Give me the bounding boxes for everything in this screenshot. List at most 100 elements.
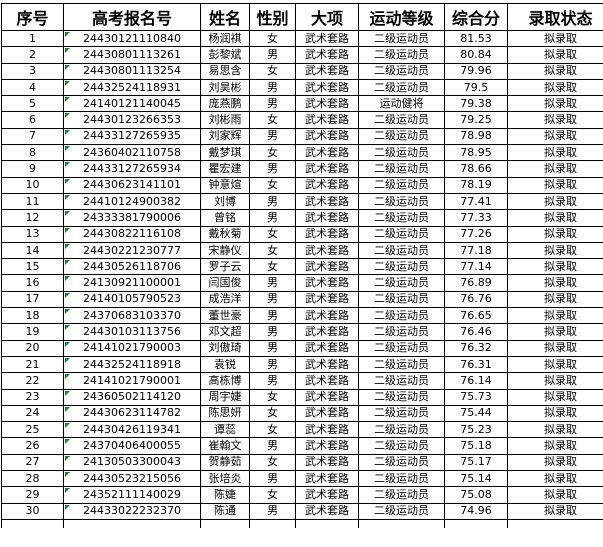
cell-status[interactable]: 拟录取	[507, 46, 603, 64]
cell-event[interactable]: 武术套路	[295, 437, 359, 455]
cell-event[interactable]: 武术套路	[295, 372, 359, 390]
cell-score[interactable]: 76.32	[444, 339, 508, 357]
cell-status[interactable]: 拟录取	[507, 502, 603, 520]
cell-gender[interactable]: 女	[249, 404, 296, 423]
cell-seq[interactable]: 9	[1, 160, 64, 178]
cell-score[interactable]: 79.5	[444, 78, 508, 97]
cell-name[interactable]: 崔翰文	[200, 437, 250, 455]
cell-seq[interactable]: 11	[1, 192, 64, 211]
cell-level[interactable]: 二级运动员	[358, 453, 445, 472]
cell-score[interactable]: 79.25	[444, 111, 508, 129]
cell-score[interactable]: 75.08	[444, 486, 508, 504]
cell-status[interactable]: 拟录取	[507, 453, 603, 472]
cell-gender[interactable]: 男	[249, 274, 296, 292]
cell-seq[interactable]: 28	[1, 470, 64, 488]
header-cell-seq[interactable]: 序号	[1, 3, 64, 31]
cell-level[interactable]: 二级运动员	[358, 355, 445, 374]
cell-event[interactable]: 武术套路	[295, 29, 359, 48]
empty-cell[interactable]	[200, 518, 250, 528]
cell-status[interactable]: 拟录取	[507, 339, 603, 357]
cell-name[interactable]: 杨润祺	[200, 29, 250, 48]
cell-event[interactable]: 武术套路	[295, 421, 359, 439]
cell-gender[interactable]: 女	[249, 111, 296, 129]
cell-exam-id[interactable]: 24140121140045	[63, 95, 201, 113]
cell-exam-id[interactable]: 24433127265935	[63, 127, 201, 146]
cell-status[interactable]: 拟录取	[507, 95, 603, 113]
cell-seq[interactable]: 26	[1, 437, 64, 455]
cell-status[interactable]: 拟录取	[507, 421, 603, 439]
empty-cell[interactable]	[63, 518, 201, 528]
header-cell-name[interactable]: 姓名	[200, 3, 250, 31]
cell-event[interactable]: 武术套路	[295, 339, 359, 357]
cell-level[interactable]: 二级运动员	[358, 470, 445, 488]
cell-level[interactable]: 二级运动员	[358, 62, 445, 80]
cell-exam-id[interactable]: 24141021790003	[63, 339, 201, 357]
cell-level[interactable]: 二级运动员	[358, 78, 445, 97]
cell-score[interactable]: 77.41	[444, 192, 508, 211]
cell-level[interactable]: 二级运动员	[358, 144, 445, 162]
cell-seq[interactable]: 30	[1, 502, 64, 520]
cell-event[interactable]: 武术套路	[295, 46, 359, 64]
cell-status[interactable]: 拟录取	[507, 470, 603, 488]
cell-exam-id[interactable]: 24430526118706	[63, 258, 201, 276]
cell-gender[interactable]: 女	[249, 258, 296, 276]
cell-gender[interactable]: 男	[249, 437, 296, 455]
cell-gender[interactable]: 女	[249, 144, 296, 162]
cell-seq[interactable]: 15	[1, 258, 64, 276]
cell-exam-id[interactable]: 24430221230777	[63, 241, 201, 260]
empty-cell[interactable]	[249, 518, 296, 528]
cell-seq[interactable]: 19	[1, 323, 64, 341]
cell-exam-id[interactable]: 24430801113254	[63, 62, 201, 80]
cell-level[interactable]: 二级运动员	[358, 372, 445, 390]
cell-event[interactable]: 武术套路	[295, 307, 359, 325]
cell-exam-id[interactable]: 24360402110758	[63, 144, 201, 162]
cell-gender[interactable]: 女	[249, 29, 296, 48]
cell-event[interactable]: 武术套路	[295, 192, 359, 211]
cell-event[interactable]: 武术套路	[295, 470, 359, 488]
cell-status[interactable]: 拟录取	[507, 355, 603, 374]
cell-score[interactable]: 76.76	[444, 290, 508, 309]
cell-seq[interactable]: 3	[1, 62, 64, 80]
cell-gender[interactable]: 男	[249, 307, 296, 325]
header-cell-event[interactable]: 大项	[295, 3, 359, 31]
cell-status[interactable]: 拟录取	[507, 486, 603, 504]
cell-status[interactable]: 拟录取	[507, 404, 603, 423]
cell-name[interactable]: 刘傲琦	[200, 339, 250, 357]
cell-status[interactable]: 拟录取	[507, 307, 603, 325]
cell-event[interactable]: 武术套路	[295, 95, 359, 113]
cell-score[interactable]: 78.98	[444, 127, 508, 146]
cell-status[interactable]: 拟录取	[507, 160, 603, 178]
header-cell-score[interactable]: 综合分	[444, 3, 508, 31]
cell-name[interactable]: 戴梦琪	[200, 144, 250, 162]
cell-seq[interactable]: 7	[1, 127, 64, 146]
cell-name[interactable]: 高栋博	[200, 372, 250, 390]
empty-cell[interactable]	[358, 518, 445, 528]
cell-seq[interactable]: 29	[1, 486, 64, 504]
empty-cell[interactable]	[507, 518, 603, 528]
cell-seq[interactable]: 8	[1, 144, 64, 162]
cell-level[interactable]: 二级运动员	[358, 127, 445, 146]
cell-exam-id[interactable]: 24430103113756	[63, 323, 201, 341]
cell-gender[interactable]: 男	[249, 323, 296, 341]
cell-exam-id[interactable]: 24370683103370	[63, 307, 201, 325]
cell-name[interactable]: 谭蕊	[200, 421, 250, 439]
cell-score[interactable]: 77.26	[444, 225, 508, 243]
cell-event[interactable]: 武术套路	[295, 404, 359, 423]
cell-event[interactable]: 武术套路	[295, 323, 359, 341]
cell-event[interactable]: 武术套路	[295, 111, 359, 129]
cell-event[interactable]: 武术套路	[295, 225, 359, 243]
cell-gender[interactable]: 男	[249, 470, 296, 488]
cell-event[interactable]: 武术套路	[295, 160, 359, 178]
cell-name[interactable]: 彭黎斌	[200, 46, 250, 64]
cell-gender[interactable]: 男	[249, 502, 296, 520]
cell-status[interactable]: 拟录取	[507, 258, 603, 276]
cell-score[interactable]: 77.18	[444, 241, 508, 260]
cell-gender[interactable]: 男	[249, 372, 296, 390]
cell-event[interactable]: 武术套路	[295, 453, 359, 472]
cell-level[interactable]: 二级运动员	[358, 111, 445, 129]
cell-gender[interactable]: 男	[249, 355, 296, 374]
cell-exam-id[interactable]: 24430801113261	[63, 46, 201, 64]
cell-gender[interactable]: 男	[249, 78, 296, 97]
cell-seq[interactable]: 1	[1, 29, 64, 48]
cell-score[interactable]: 76.89	[444, 274, 508, 292]
